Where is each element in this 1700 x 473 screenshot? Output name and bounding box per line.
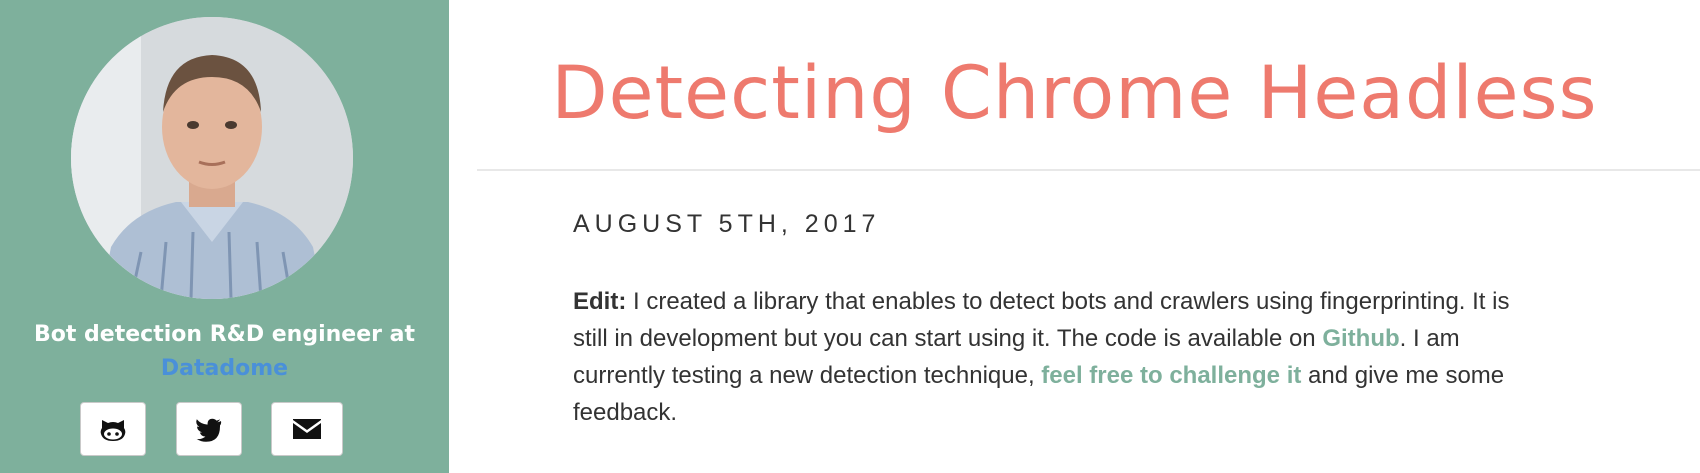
- twitter-button[interactable]: [176, 402, 242, 456]
- github-link[interactable]: Github: [1322, 325, 1399, 352]
- page-title: Detecting Chrome Headless: [551, 51, 1598, 136]
- post-date: AUGUST 5TH, 2017: [573, 210, 881, 238]
- author-bio: Bot detection R&D engineer at Datadome: [0, 318, 449, 386]
- company-link[interactable]: Datadome: [0, 352, 449, 386]
- edit-label: Edit:: [573, 288, 627, 315]
- twitter-icon: [196, 418, 222, 442]
- post-paragraph: Edit: I created a library that enables t…: [573, 283, 1533, 431]
- envelope-icon: [293, 419, 321, 439]
- sidebar: Bot detection R&D engineer at Datadome: [0, 0, 449, 473]
- github-icon: [100, 420, 126, 441]
- main-content: Detecting Chrome Headless AUGUST 5TH, 20…: [449, 0, 1700, 473]
- github-button[interactable]: [80, 402, 146, 456]
- challenge-link[interactable]: feel free to challenge it: [1041, 362, 1301, 389]
- bio-text: Bot detection R&D engineer at: [34, 322, 415, 347]
- author-photo: [71, 17, 353, 299]
- title-divider: [477, 169, 1700, 171]
- email-button[interactable]: [271, 402, 343, 456]
- author-avatar: [71, 17, 353, 299]
